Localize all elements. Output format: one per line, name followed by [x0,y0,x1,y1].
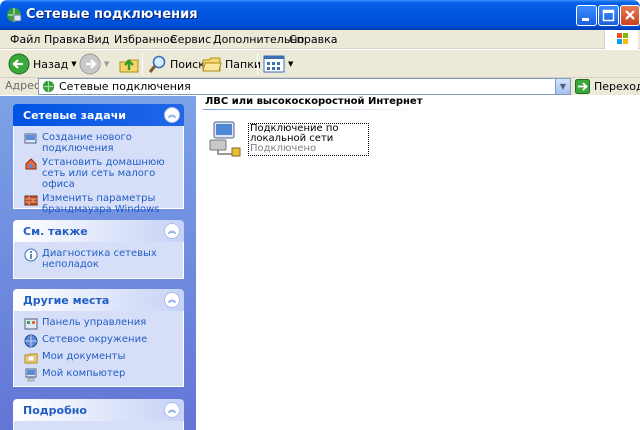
maximize-icon [602,9,615,22]
toolbar-separator [257,53,258,75]
my-computer-link[interactable]: Мой компьютер [24,368,175,382]
see-also-body: Диагностика сетевых неполадок [13,242,184,279]
firewall-icon [24,195,38,206]
menu-edit[interactable]: Правка [44,33,86,46]
address-dropdown-button[interactable]: ▼ [555,79,570,94]
windows-logo [604,30,638,49]
menu-bar: Файл Правка Вид Избранное Сервис Дополни… [0,30,640,49]
connection-name: Подключение по локальной сети [250,123,339,144]
folders-button[interactable]: Папки [202,52,261,76]
menu-tools[interactable]: Сервис [170,33,211,46]
menu-favorites[interactable]: Избранное [114,33,176,46]
views-dropdown-icon[interactable]: ▼ [288,60,293,68]
network-connections-icon [42,80,55,93]
search-icon [148,55,166,73]
maximize-button[interactable] [598,5,619,26]
firewall-settings-link[interactable]: Изменить параметры брандмауэра Windows [24,193,175,215]
details-header[interactable]: Подробно ︽ [13,399,184,421]
toolbar-separator [142,53,143,75]
menu-help[interactable]: Справка [289,33,337,46]
create-connection-link[interactable]: Создание нового подключения [24,132,175,154]
see-also-section: См. также ︽ Диагностика сетевых неполадо… [13,220,184,279]
back-dropdown-icon[interactable]: ▼ [71,60,76,68]
back-button[interactable]: Назад ▼ [8,52,77,76]
minimize-button[interactable] [576,5,597,26]
network-diagnostics-link[interactable]: Диагностика сетевых неполадок [24,248,175,270]
network-connections-icon [7,8,22,22]
network-tasks-section: Сетевые задачи ︽ Создание нового подключ… [13,104,184,215]
details-body [13,421,184,430]
windows-flag-icon [617,33,628,44]
minimize-icon [582,18,589,21]
toolbar: Назад ▼ ▼ Поиск Папки ▼ [0,50,640,78]
section-title: Подробно [23,404,87,417]
control-panel-link[interactable]: Панель управления [24,317,175,331]
home-network-link[interactable]: Установить домашнюю сеть или сеть малого… [24,157,175,190]
folders-icon [202,57,222,72]
task-pane: Сетевые задачи ︽ Создание нового подключ… [0,96,196,430]
my-computer-icon [25,368,37,382]
address-bar: Адрес: Сетевые подключения ▼ Переход [0,78,640,95]
section-title: См. также [23,225,88,238]
collapse-icon[interactable]: ︽ [164,223,180,239]
group-header: ЛВС или высокоскоростной Интернет [205,96,423,107]
folder-up-icon [119,59,139,73]
address-input[interactable]: Сетевые подключения ▼ [38,78,571,95]
folders-label: Папки [225,57,261,71]
forward-dropdown-icon[interactable]: ▼ [104,60,109,68]
forward-button[interactable]: ▼ [79,52,109,76]
collapse-icon[interactable]: ︽ [164,292,180,308]
forward-arrow-icon [79,53,101,75]
other-places-body: Панель управления Сетевое окружение Мои … [13,311,184,387]
menu-view[interactable]: Вид [87,33,109,46]
up-button[interactable] [118,52,140,76]
chevron-down-icon: ▼ [559,82,567,91]
section-title: Другие места [23,294,110,307]
my-documents-link[interactable]: Мои документы [24,351,175,365]
go-button[interactable]: Переход [575,78,640,95]
window-title: Сетевые подключения [26,7,198,22]
section-title: Сетевые задачи [23,109,126,122]
search-button[interactable]: Поиск [148,52,205,76]
back-arrow-icon [8,53,30,75]
group-divider [203,109,423,110]
connections-view: ЛВС или высокоскоростной Интернет Подклю… [196,96,640,430]
network-places-icon [24,334,38,348]
connection-label: Подключение по локальной сети Подключено [248,123,369,156]
menu-file[interactable]: Файл [10,33,40,46]
expand-icon[interactable]: ︽ [164,402,180,418]
back-label: Назад [33,57,69,71]
views-icon [263,55,285,73]
control-panel-icon [24,318,38,330]
new-connection-icon [24,133,37,144]
other-places-section: Другие места ︽ Панель управления Сетевое… [13,289,184,387]
other-places-header[interactable]: Другие места ︽ [13,289,184,311]
network-tasks-body: Создание нового подключения Установить д… [13,126,184,215]
collapse-icon[interactable]: ︽ [164,107,180,123]
details-section: Подробно ︽ [13,399,184,430]
views-button[interactable]: ▼ [263,52,293,76]
close-button[interactable] [620,5,640,26]
network-tasks-header[interactable]: Сетевые задачи ︽ [13,104,184,126]
search-label: Поиск [170,57,205,71]
lan-connection-icon [209,121,241,157]
go-arrow-icon [575,79,590,94]
go-label: Переход [594,80,640,93]
network-places-link[interactable]: Сетевое окружение [24,334,175,348]
lan-connection-item[interactable]: Подключение по локальной сети Подключено [208,120,378,162]
info-icon [24,248,38,262]
my-documents-icon [24,353,38,364]
connection-status: Подключено [250,143,317,154]
see-also-header[interactable]: См. также ︽ [13,220,184,242]
address-value: Сетевые подключения [59,80,191,93]
title-bar[interactable]: Сетевые подключения [0,0,640,30]
close-icon [625,10,635,20]
home-network-icon [25,158,37,170]
